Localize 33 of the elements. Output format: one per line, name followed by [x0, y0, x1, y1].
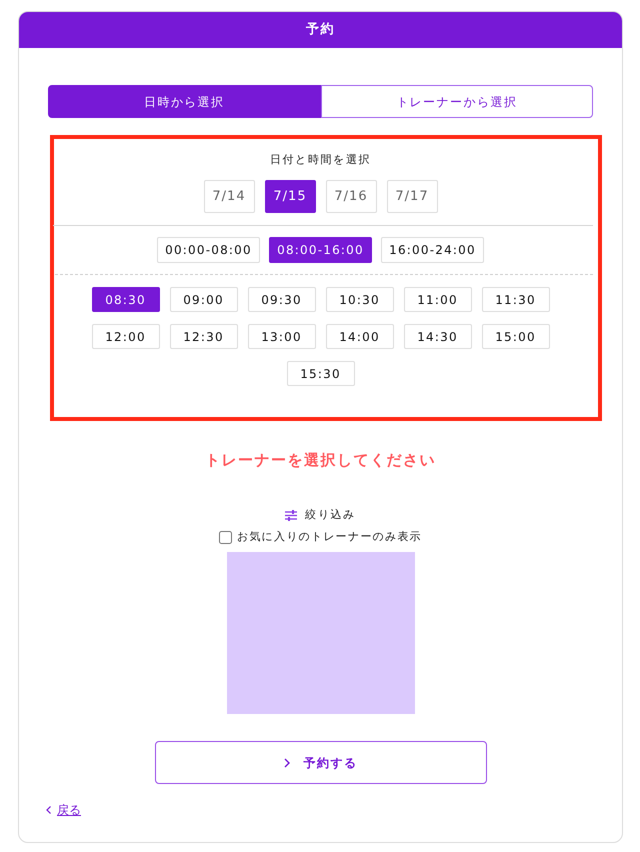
- filter-toggle[interactable]: 絞り込み: [285, 507, 356, 523]
- checkbox-label: お気に入りのトレーナーのみ表示: [237, 529, 422, 545]
- tab[interactable]: トレーナーから選択: [320, 85, 593, 118]
- favorites-checkbox[interactable]: [219, 530, 232, 544]
- time-slot-button[interactable]: 14:00: [326, 324, 394, 349]
- time-slot-button[interactable]: 14:30: [404, 324, 472, 349]
- sliders-icon: [285, 510, 298, 520]
- tab[interactable]: 日時から選択: [48, 85, 320, 118]
- date-button[interactable]: 7/15: [264, 180, 316, 213]
- time-slot-button[interactable]: 15:00: [482, 324, 550, 349]
- time-range-button[interactable]: 16:00-24:00: [381, 237, 484, 263]
- time-range-button[interactable]: 08:00-16:00: [269, 237, 372, 263]
- time-slot-button[interactable]: 09:00: [170, 287, 238, 312]
- time-slot-button[interactable]: 13:00: [248, 324, 316, 349]
- section-heading: 日付と時間を選択: [268, 153, 372, 167]
- time-slot-button[interactable]: 09:30: [248, 287, 316, 312]
- time-slot-button[interactable]: 12:00: [92, 324, 160, 349]
- time-slot-button[interactable]: 08:30: [92, 287, 160, 312]
- reserve-button[interactable]: 予約する: [154, 741, 486, 784]
- date-button[interactable]: 7/14: [204, 180, 254, 213]
- date-button[interactable]: 7/16: [326, 180, 376, 213]
- time-slot-button[interactable]: 12:30: [170, 324, 238, 349]
- back-link[interactable]: 戻る: [46, 802, 81, 818]
- time-slot-button[interactable]: 10:30: [326, 287, 394, 312]
- time-slot-button[interactable]: 15:30: [286, 361, 354, 386]
- time-range-button[interactable]: 00:00-08:00: [157, 237, 260, 263]
- chevron-right-icon: [284, 758, 290, 768]
- chevron-left-icon: [46, 806, 51, 814]
- prompt-message: トレーナーを選択してください: [204, 450, 437, 470]
- header-title: 予約: [306, 22, 335, 38]
- date-button[interactable]: 7/17: [386, 180, 438, 213]
- time-slot-button[interactable]: 11:30: [482, 287, 550, 312]
- time-slot-button[interactable]: 11:00: [404, 287, 472, 312]
